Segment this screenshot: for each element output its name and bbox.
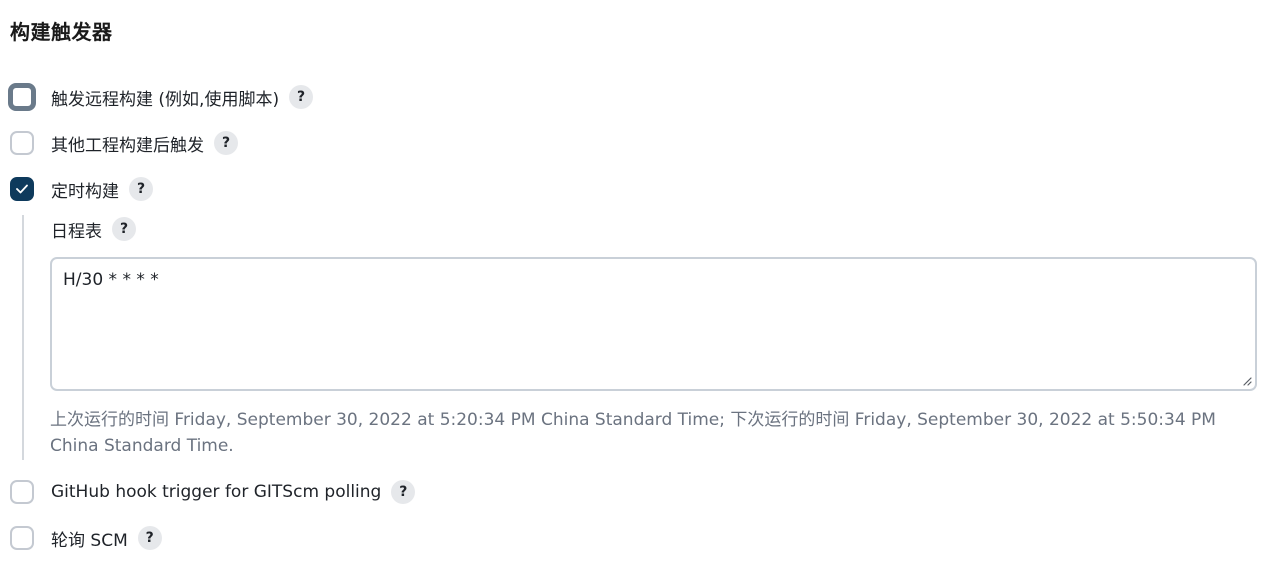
help-icon[interactable]: ?	[112, 217, 136, 241]
section-title: 构建触发器	[10, 20, 113, 44]
trigger-periodic-build-checkbox[interactable]	[10, 177, 34, 201]
trigger-after-other-projects-checkbox[interactable]	[10, 131, 34, 155]
help-icon[interactable]: ?	[289, 85, 314, 109]
trigger-remote-build-checkbox[interactable]	[8, 83, 36, 111]
schedule-run-info: 上次运行的时间 Friday, September 30, 2022 at 5:…	[50, 410, 1216, 456]
schedule-textarea[interactable]: H/30 * * * *	[52, 259, 1255, 389]
resize-grip-icon[interactable]	[1242, 376, 1252, 386]
trigger-after-other-projects-row: 其他工程构建后触发 ?	[10, 129, 238, 157]
schedule-label-row: 日程表 ?	[51, 215, 136, 243]
schedule-label: 日程表	[51, 221, 102, 242]
trigger-github-hook-label[interactable]: GitHub hook trigger for GITScm polling	[51, 482, 381, 502]
help-icon[interactable]: ?	[137, 526, 162, 550]
trigger-github-hook-checkbox[interactable]	[10, 480, 34, 504]
trigger-periodic-build-row: 定时构建 ?	[10, 175, 153, 203]
trigger-remote-build-row: 触发远程构建 (例如,使用脚本) ?	[8, 83, 314, 111]
trigger-github-hook-row: GitHub hook trigger for GITScm polling ?	[10, 478, 416, 506]
help-icon[interactable]: ?	[391, 480, 416, 504]
help-icon[interactable]: ?	[129, 177, 153, 201]
help-icon[interactable]: ?	[214, 131, 238, 155]
checkmark-icon	[16, 184, 28, 194]
trigger-remote-build-label[interactable]: 触发远程构建 (例如,使用脚本)	[51, 85, 279, 110]
trigger-periodic-build-label[interactable]: 定时构建	[51, 177, 119, 202]
trigger-poll-scm-row: 轮询 SCM ?	[10, 524, 162, 552]
trigger-poll-scm-checkbox[interactable]	[10, 526, 34, 550]
schedule-textarea-container: H/30 * * * *	[50, 257, 1257, 391]
trigger-after-other-projects-label[interactable]: 其他工程构建后触发	[51, 131, 204, 156]
nested-section-line	[22, 215, 24, 460]
trigger-poll-scm-label[interactable]: 轮询 SCM	[51, 526, 128, 551]
